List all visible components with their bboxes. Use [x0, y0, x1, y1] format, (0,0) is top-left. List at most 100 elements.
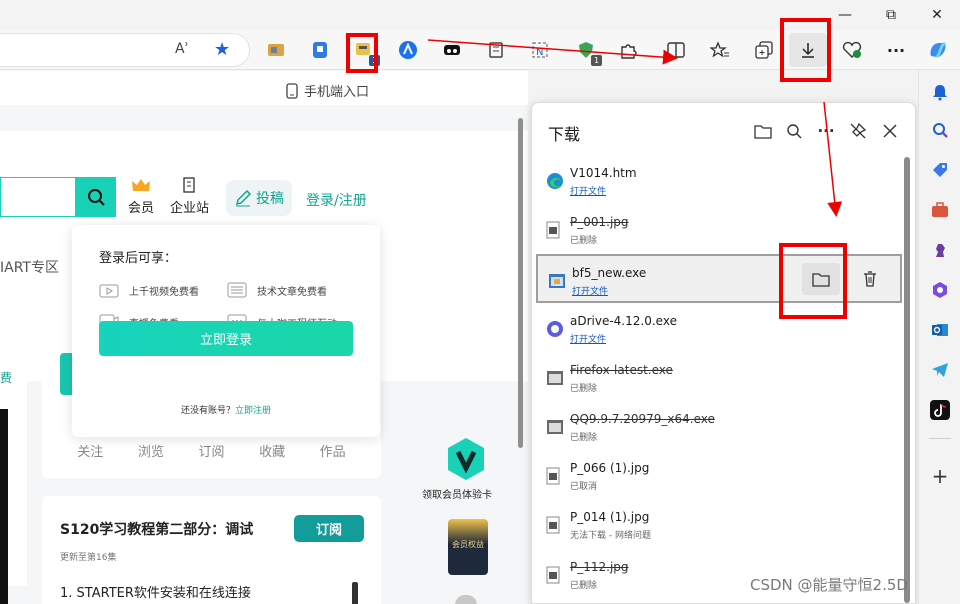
more-menu-button[interactable]: ···: [884, 38, 908, 62]
tiktok-icon[interactable]: [930, 400, 950, 420]
outlook-icon[interactable]: [930, 320, 950, 340]
mobile-entry-label: 手机端入口: [304, 85, 370, 100]
login-register-link[interactable]: 登录/注册: [306, 190, 367, 210]
page-scrollbar[interactable]: [518, 118, 523, 448]
telegram-icon[interactable]: [930, 360, 950, 380]
extension-a-icon[interactable]: [396, 38, 420, 62]
extension-translate-icon[interactable]: [308, 38, 332, 62]
folder-icon: [812, 273, 830, 288]
vip-card-badge[interactable]: [446, 437, 486, 481]
collections-icon[interactable]: [752, 38, 776, 62]
post-button[interactable]: 投稿: [226, 180, 292, 216]
read-aloud-icon[interactable]: Aʾ: [175, 41, 189, 57]
login-now-button[interactable]: 立即登录: [99, 321, 353, 356]
vip-v-icon: [448, 438, 484, 480]
stat-views[interactable]: 浏览: [138, 441, 164, 460]
mobile-entry-link[interactable]: 手机端入口: [286, 81, 369, 100]
extension-reader-icon[interactable]: [484, 38, 508, 62]
edge-file-icon: [546, 172, 564, 190]
open-file-link[interactable]: 打开文件: [570, 332, 606, 345]
extension-shield-icon[interactable]: 1: [574, 38, 602, 66]
no-account-text: 还没有账号？: [180, 406, 235, 416]
register-link[interactable]: 立即注册: [235, 406, 271, 416]
article-icon: [227, 282, 247, 298]
delete-download-button[interactable]: [851, 263, 889, 295]
downloads-scrollbar[interactable]: [904, 157, 910, 603]
stat-follow[interactable]: 关注: [77, 441, 103, 460]
download-filename: V1014.htm: [570, 166, 637, 180]
close-window-button[interactable]: ✕: [914, 0, 960, 30]
extension-notion-icon[interactable]: N: [528, 38, 552, 62]
course-title[interactable]: S120学习教程第二部分：调试: [60, 519, 253, 539]
download-filename: P_112.jpg: [570, 559, 629, 574]
open-file-link[interactable]: 打开文件: [570, 184, 606, 197]
pin-panel-button[interactable]: [847, 120, 869, 142]
address-bar[interactable]: Aʾ ★: [0, 33, 250, 67]
member-link[interactable]: 会员: [128, 177, 154, 216]
extension-active-icon[interactable]: 1: [352, 38, 380, 66]
download-item[interactable]: P_066 (1).jpg 已取消: [536, 451, 902, 500]
left-edge-text: 费: [0, 371, 13, 385]
favorite-star-icon[interactable]: ★: [214, 39, 230, 60]
download-item[interactable]: V1014.htm 打开文件: [536, 156, 902, 205]
extension-glasses-icon[interactable]: [440, 38, 464, 62]
minimize-button[interactable]: —: [822, 0, 868, 30]
sidebar-divider: [929, 438, 951, 439]
download-item[interactable]: P_014 (1).jpg 无法下载 - 网络问题: [536, 500, 902, 549]
search-input[interactable]: [0, 177, 75, 217]
adrive-file-icon: [546, 320, 564, 338]
search-button[interactable]: [75, 177, 116, 217]
stat-favorites[interactable]: 收藏: [259, 441, 285, 460]
download-item[interactable]: Firefox-latest.exe 已删除: [536, 353, 902, 402]
download-filename: Firefox-latest.exe: [570, 362, 673, 377]
course-card: S120学习教程第二部分：调试 订阅 更新至第16集 1. STARTER软件安…: [42, 496, 381, 604]
benefit-label: 技术文章免费看: [257, 286, 327, 298]
browser-essentials-icon[interactable]: [840, 38, 864, 62]
video-thumbnail[interactable]: [0, 409, 8, 604]
trash-icon: [864, 271, 876, 288]
download-status: 已删除: [570, 433, 598, 443]
video-icon: [99, 284, 119, 298]
show-in-folder-button[interactable]: [802, 263, 840, 296]
image-file-icon: [546, 221, 564, 239]
maximize-button[interactable]: ⧉: [868, 0, 914, 30]
notifications-icon[interactable]: [930, 82, 950, 102]
image-file-icon: [546, 516, 564, 534]
downloads-button[interactable]: [789, 33, 827, 67]
download-item[interactable]: bf5_new.exe 打开文件: [536, 254, 902, 304]
close-panel-button[interactable]: [879, 120, 901, 142]
download-item[interactable]: aDrive-4.12.0.exe 打开文件: [536, 304, 902, 353]
subscribe-button[interactable]: 订阅: [294, 515, 364, 542]
download-arrow-icon: [802, 43, 814, 58]
extension-badge: 1: [591, 55, 602, 66]
search-icon[interactable]: [930, 120, 950, 140]
tools-icon[interactable]: [930, 200, 950, 220]
stat-works[interactable]: 作品: [320, 441, 346, 460]
download-item[interactable]: P_001.jpg 已删除: [536, 205, 902, 254]
vip-card-label[interactable]: 领取会员体验卡: [422, 486, 492, 501]
post-label: 投稿: [256, 191, 284, 207]
add-app-icon[interactable]: +: [930, 464, 950, 488]
stat-subscribe[interactable]: 订阅: [198, 441, 224, 460]
chapter-scrollbar[interactable]: [352, 582, 358, 604]
open-folder-button[interactable]: [752, 120, 774, 142]
extensions-puzzle-icon[interactable]: [616, 38, 640, 62]
search-downloads-button[interactable]: [783, 120, 805, 142]
zone-link[interactable]: IART专区: [0, 257, 59, 277]
favorites-icon[interactable]: [708, 38, 732, 62]
title-bar: — ⧉ ✕: [0, 0, 960, 30]
enterprise-link[interactable]: 企业站: [170, 177, 209, 216]
microsoft365-icon[interactable]: [930, 280, 950, 300]
copilot-icon[interactable]: [926, 38, 950, 62]
course-chapter-item[interactable]: 1. STARTER软件安装和在线连接: [60, 582, 251, 601]
extension-image-icon[interactable]: [264, 38, 288, 62]
download-filename: P_014 (1).jpg: [570, 510, 650, 525]
download-item[interactable]: QQ9.9.7.20979_x64.exe 已删除: [536, 402, 902, 451]
vip-rights-badge[interactable]: 会员权益: [448, 519, 488, 575]
downloads-more-button[interactable]: ···: [815, 120, 837, 142]
split-screen-icon[interactable]: [664, 38, 688, 62]
help-icon[interactable]: [455, 595, 477, 604]
games-icon[interactable]: [930, 240, 950, 260]
shopping-tag-icon[interactable]: [930, 160, 950, 180]
open-file-link[interactable]: 打开文件: [572, 284, 608, 297]
